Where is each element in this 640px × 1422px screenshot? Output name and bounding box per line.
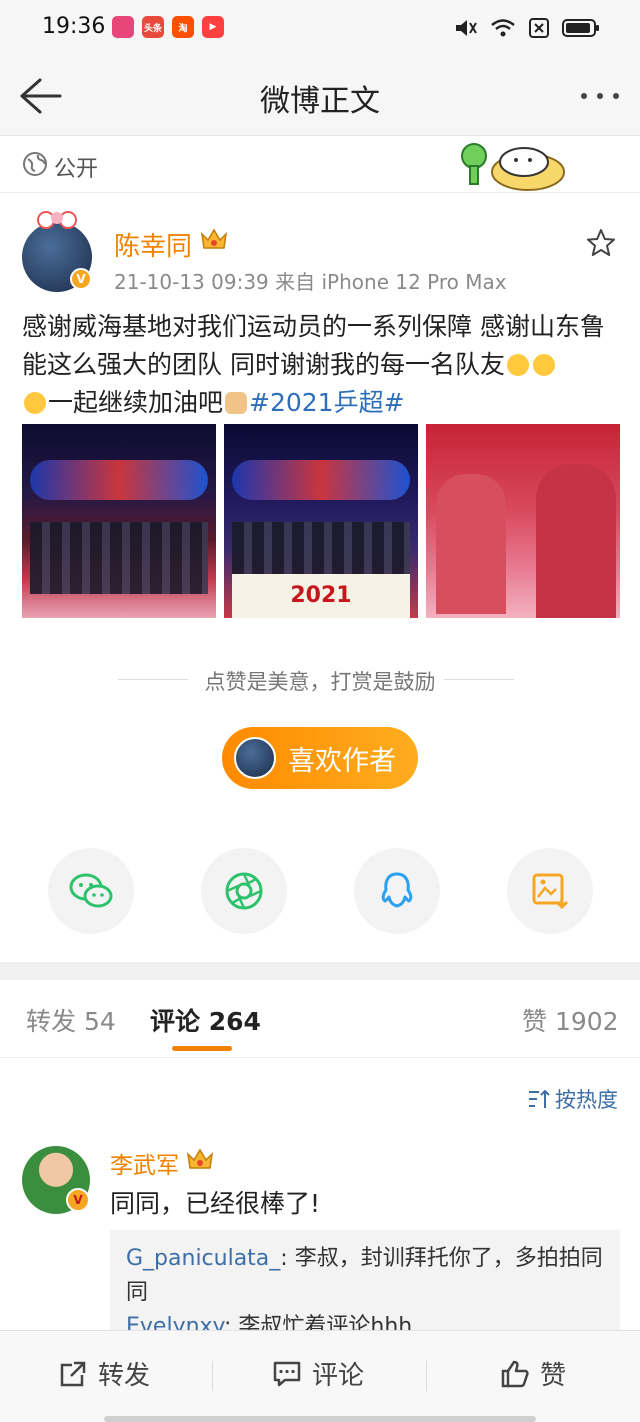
hashtag-link[interactable]: #2021乒超#: [249, 388, 405, 417]
image-banner: [232, 460, 410, 500]
verified-badge-icon: V: [66, 1188, 90, 1212]
tab-comment-count: 264: [208, 1007, 261, 1036]
taobao-icon: 淘: [172, 16, 194, 38]
tab-like-label: 赞: [522, 1007, 548, 1036]
avatar-frame-icon: [37, 211, 77, 229]
bar-separator: [426, 1361, 427, 1391]
status-time: 19:36: [42, 14, 106, 39]
commenter-name[interactable]: 李武军: [110, 1146, 179, 1180]
like-author-label: 喜欢作者: [288, 745, 396, 777]
more-options-icon[interactable]: [578, 84, 622, 108]
thumbs-up-icon: [501, 1360, 529, 1387]
author-mini-avatar: [234, 737, 276, 779]
like-button[interactable]: 赞: [500, 1355, 566, 1392]
active-tab-indicator: [172, 1046, 232, 1051]
reward-tagline: 点赞是美意，打赏是鼓励: [0, 666, 640, 696]
toutiao-icon: 头条: [142, 16, 164, 38]
post-body: 感谢威海基地对我们运动员的一系列保障 感谢山东鲁能这么强大的团队 同时谢谢我的每…: [22, 308, 620, 422]
sort-toggle[interactable]: 按热度: [527, 1084, 618, 1114]
status-app-icons: 头条 淘 ▶: [112, 16, 224, 38]
qq-share-button[interactable]: [354, 848, 440, 934]
visibility-label: 公开: [54, 157, 99, 182]
verified-badge-icon: V: [70, 268, 92, 290]
bar-separator: [212, 1361, 213, 1391]
sort-label: 按热度: [555, 1088, 618, 1112]
wechat-icon: [69, 873, 113, 908]
comment-icon: [273, 1361, 301, 1386]
image-team: [30, 522, 208, 594]
section-divider: [0, 962, 640, 980]
crown-icon: [186, 1148, 214, 1169]
app-icon-1: [112, 16, 134, 38]
post-timestamp-source: 21-10-13 09:39 来自 iPhone 12 Pro Max: [114, 270, 507, 294]
post-image-3[interactable]: [426, 424, 620, 618]
tab-repost-count: 54: [83, 1007, 116, 1036]
bottom-action-bar: 转发 评论 赞: [0, 1330, 640, 1422]
home-indicator: [104, 1416, 536, 1422]
post-text-part-2: 一起继续加油吧: [48, 388, 224, 417]
status-indicators: [452, 16, 600, 40]
sim-icon: [529, 18, 549, 38]
tab-repost[interactable]: 转发 54: [26, 1002, 116, 1038]
hug-emoji-icon: [24, 392, 46, 414]
post-image-1[interactable]: [22, 424, 216, 618]
champion-banner: 2021 CHAMPION: [232, 574, 410, 618]
wechat-share-button[interactable]: [48, 848, 134, 934]
comment-button[interactable]: 评论: [272, 1355, 364, 1392]
repost-button[interactable]: 转发: [58, 1355, 150, 1392]
status-bar: 19:36 头条 淘 ▶: [0, 0, 640, 56]
decorative-sticker-icon: [461, 143, 565, 191]
tab-comment[interactable]: 评论 264: [150, 1002, 261, 1038]
crown-icon: [200, 228, 228, 249]
tab-comment-label: 评论: [150, 1007, 201, 1036]
image-player: [436, 474, 506, 614]
image-banner: [30, 460, 208, 500]
share-options: [0, 848, 640, 934]
comment-text: 同同，已经很棒了!: [110, 1189, 321, 1218]
image-player: [536, 464, 616, 618]
navigation-bar: 微博正文: [0, 56, 640, 136]
repost-icon: [60, 1361, 86, 1386]
comment-label: 评论: [312, 1361, 365, 1391]
hug-emoji-icon: [532, 354, 555, 376]
moments-icon: [225, 872, 263, 910]
mute-icon: [456, 20, 477, 36]
post-image-grid: 2021 CHAMPION: [22, 424, 620, 618]
video-icon: ▶: [202, 16, 224, 38]
moments-share-button[interactable]: [201, 848, 287, 934]
tab-like[interactable]: 赞 1902: [522, 1002, 619, 1038]
hug-emoji-icon: [506, 354, 529, 376]
post-image-2[interactable]: 2021 CHAMPION: [224, 424, 418, 618]
battery-icon: [562, 19, 599, 37]
interaction-tabs: 转发 54 评论 264 赞 1902: [0, 980, 640, 1058]
repost-label: 转发: [98, 1361, 151, 1391]
page-title: 微博正文: [260, 84, 380, 119]
reply-user[interactable]: G_paniculata_: [126, 1246, 280, 1271]
sort-icon: [529, 1089, 550, 1108]
save-image-button[interactable]: [507, 848, 593, 934]
muscle-emoji-icon: [225, 392, 248, 414]
qq-icon: [381, 872, 413, 908]
like-label: 赞: [540, 1361, 567, 1391]
tab-like-count: 1902: [554, 1007, 619, 1036]
wifi-icon: [491, 19, 515, 37]
tab-repost-label: 转发: [26, 1007, 77, 1036]
like-author-button[interactable]: 喜欢作者: [222, 727, 418, 789]
image-download-icon: [532, 873, 569, 910]
favorite-star-icon[interactable]: [586, 228, 616, 258]
globe-icon: [23, 152, 47, 176]
author-name[interactable]: 陈幸同: [114, 226, 192, 263]
